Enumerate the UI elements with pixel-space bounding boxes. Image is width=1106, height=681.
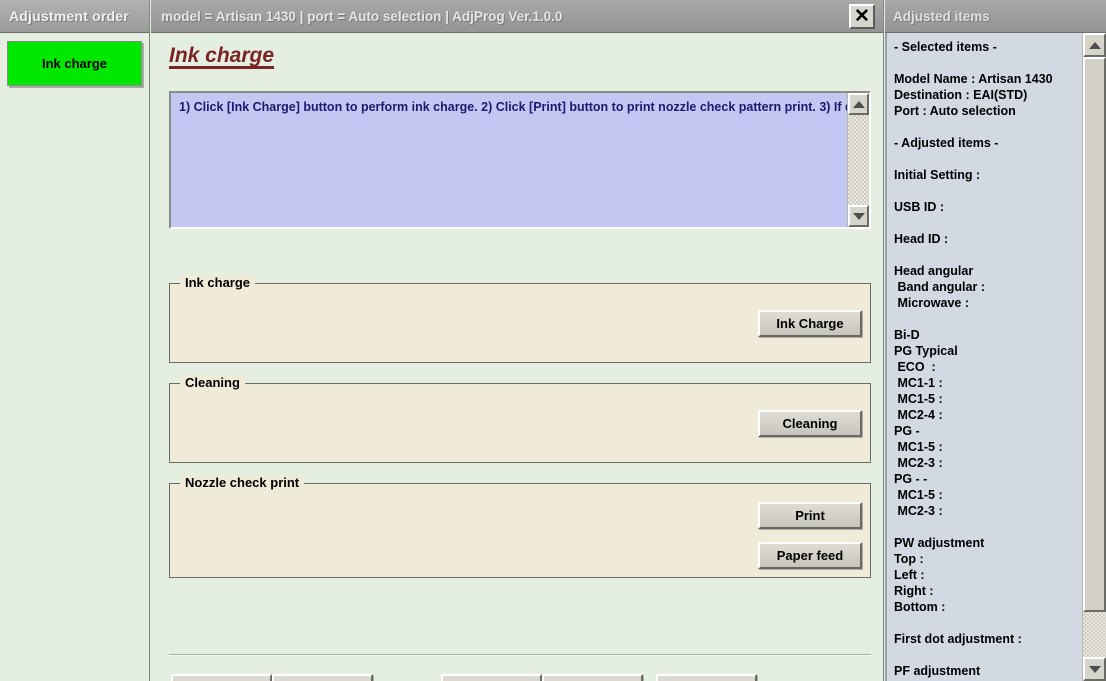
adjusted-items-body: - Selected items - Model Name : Artisan … bbox=[885, 33, 1106, 681]
group-cleaning-legend: Cleaning bbox=[180, 375, 245, 390]
paper-feed-button[interactable]: Paper feed bbox=[758, 542, 862, 569]
arrow-up-icon[interactable] bbox=[1083, 33, 1106, 57]
instructions-box: 1) Click [Ink Charge] button to perform … bbox=[169, 91, 871, 229]
footer-cleaning-button[interactable]: Cleaning bbox=[272, 674, 373, 681]
ink-charge-button[interactable]: Ink Charge bbox=[758, 310, 862, 337]
close-icon[interactable]: ✕ bbox=[849, 4, 875, 29]
instructions-scrollbar[interactable] bbox=[847, 93, 869, 227]
scrollbar-track[interactable] bbox=[848, 115, 869, 205]
adjustment-order-title: Adjustment order bbox=[9, 8, 129, 24]
print-button[interactable]: Print bbox=[758, 502, 862, 529]
order-item-label: Ink charge bbox=[41, 56, 108, 71]
print-button-label: Print bbox=[795, 508, 825, 523]
paper-feed-button-label: Paper feed bbox=[776, 548, 844, 563]
adjustment-order-panel: Adjustment order Ink charge bbox=[0, 0, 150, 681]
adjusted-items-panel: Adjusted items - Selected items - Model … bbox=[885, 0, 1106, 681]
footer-button-bar: Get Status Cleaning < Back Finish Cancel bbox=[151, 673, 884, 681]
cancel-button[interactable]: Cancel bbox=[656, 674, 757, 681]
page-title-wrap: Ink charge bbox=[169, 44, 274, 68]
adjusted-items-scrollbar[interactable] bbox=[1082, 33, 1106, 681]
main-body: Ink charge 1) Click [Ink Charge] button … bbox=[151, 33, 883, 681]
finish-button[interactable]: Finish bbox=[542, 674, 643, 681]
scrollbar-track[interactable] bbox=[1083, 612, 1106, 657]
main-titlebar: model = Artisan 1430 | port = Auto selec… bbox=[151, 0, 883, 33]
get-status-button[interactable]: Get Status bbox=[171, 674, 272, 681]
group-cleaning: Cleaning Cleaning bbox=[169, 375, 871, 463]
instructions-text: 1) Click [Ink Charge] button to perform … bbox=[179, 100, 847, 114]
group-nozzle-check-print: Nozzle check print Print Paper feed bbox=[169, 475, 871, 578]
arrow-down-icon[interactable] bbox=[1083, 657, 1106, 681]
adjusted-items-content: - Selected items - Model Name : Artisan … bbox=[894, 40, 1053, 678]
adjprog-window: Adjustment order Ink charge model = Arti… bbox=[0, 0, 1106, 681]
adjustment-order-titlebar: Adjustment order bbox=[0, 0, 149, 33]
footer-divider bbox=[169, 654, 871, 656]
cleaning-button-label: Cleaning bbox=[782, 416, 838, 431]
main-titlebar-text: model = Artisan 1430 | port = Auto selec… bbox=[161, 8, 563, 24]
arrow-up-icon[interactable] bbox=[848, 93, 869, 115]
ink-charge-button-label: Ink Charge bbox=[776, 316, 844, 331]
group-ink-charge-legend: Ink charge bbox=[180, 275, 256, 290]
adjustment-order-list: Ink charge bbox=[0, 33, 149, 86]
adjusted-items-title: Adjusted items bbox=[893, 8, 990, 24]
page-title: Ink charge bbox=[169, 44, 275, 67]
group-nozzle-check-print-legend: Nozzle check print bbox=[180, 475, 305, 490]
group-ink-charge: Ink charge Ink Charge bbox=[169, 275, 871, 363]
arrow-down-icon[interactable] bbox=[848, 205, 869, 227]
main-panel: model = Artisan 1430 | port = Auto selec… bbox=[151, 0, 884, 681]
back-button: < Back bbox=[441, 674, 542, 681]
adjusted-items-titlebar: Adjusted items bbox=[885, 0, 1106, 33]
cleaning-button[interactable]: Cleaning bbox=[758, 410, 862, 437]
order-item-ink-charge[interactable]: Ink charge bbox=[7, 41, 142, 86]
scrollbar-thumb[interactable] bbox=[1083, 57, 1106, 612]
